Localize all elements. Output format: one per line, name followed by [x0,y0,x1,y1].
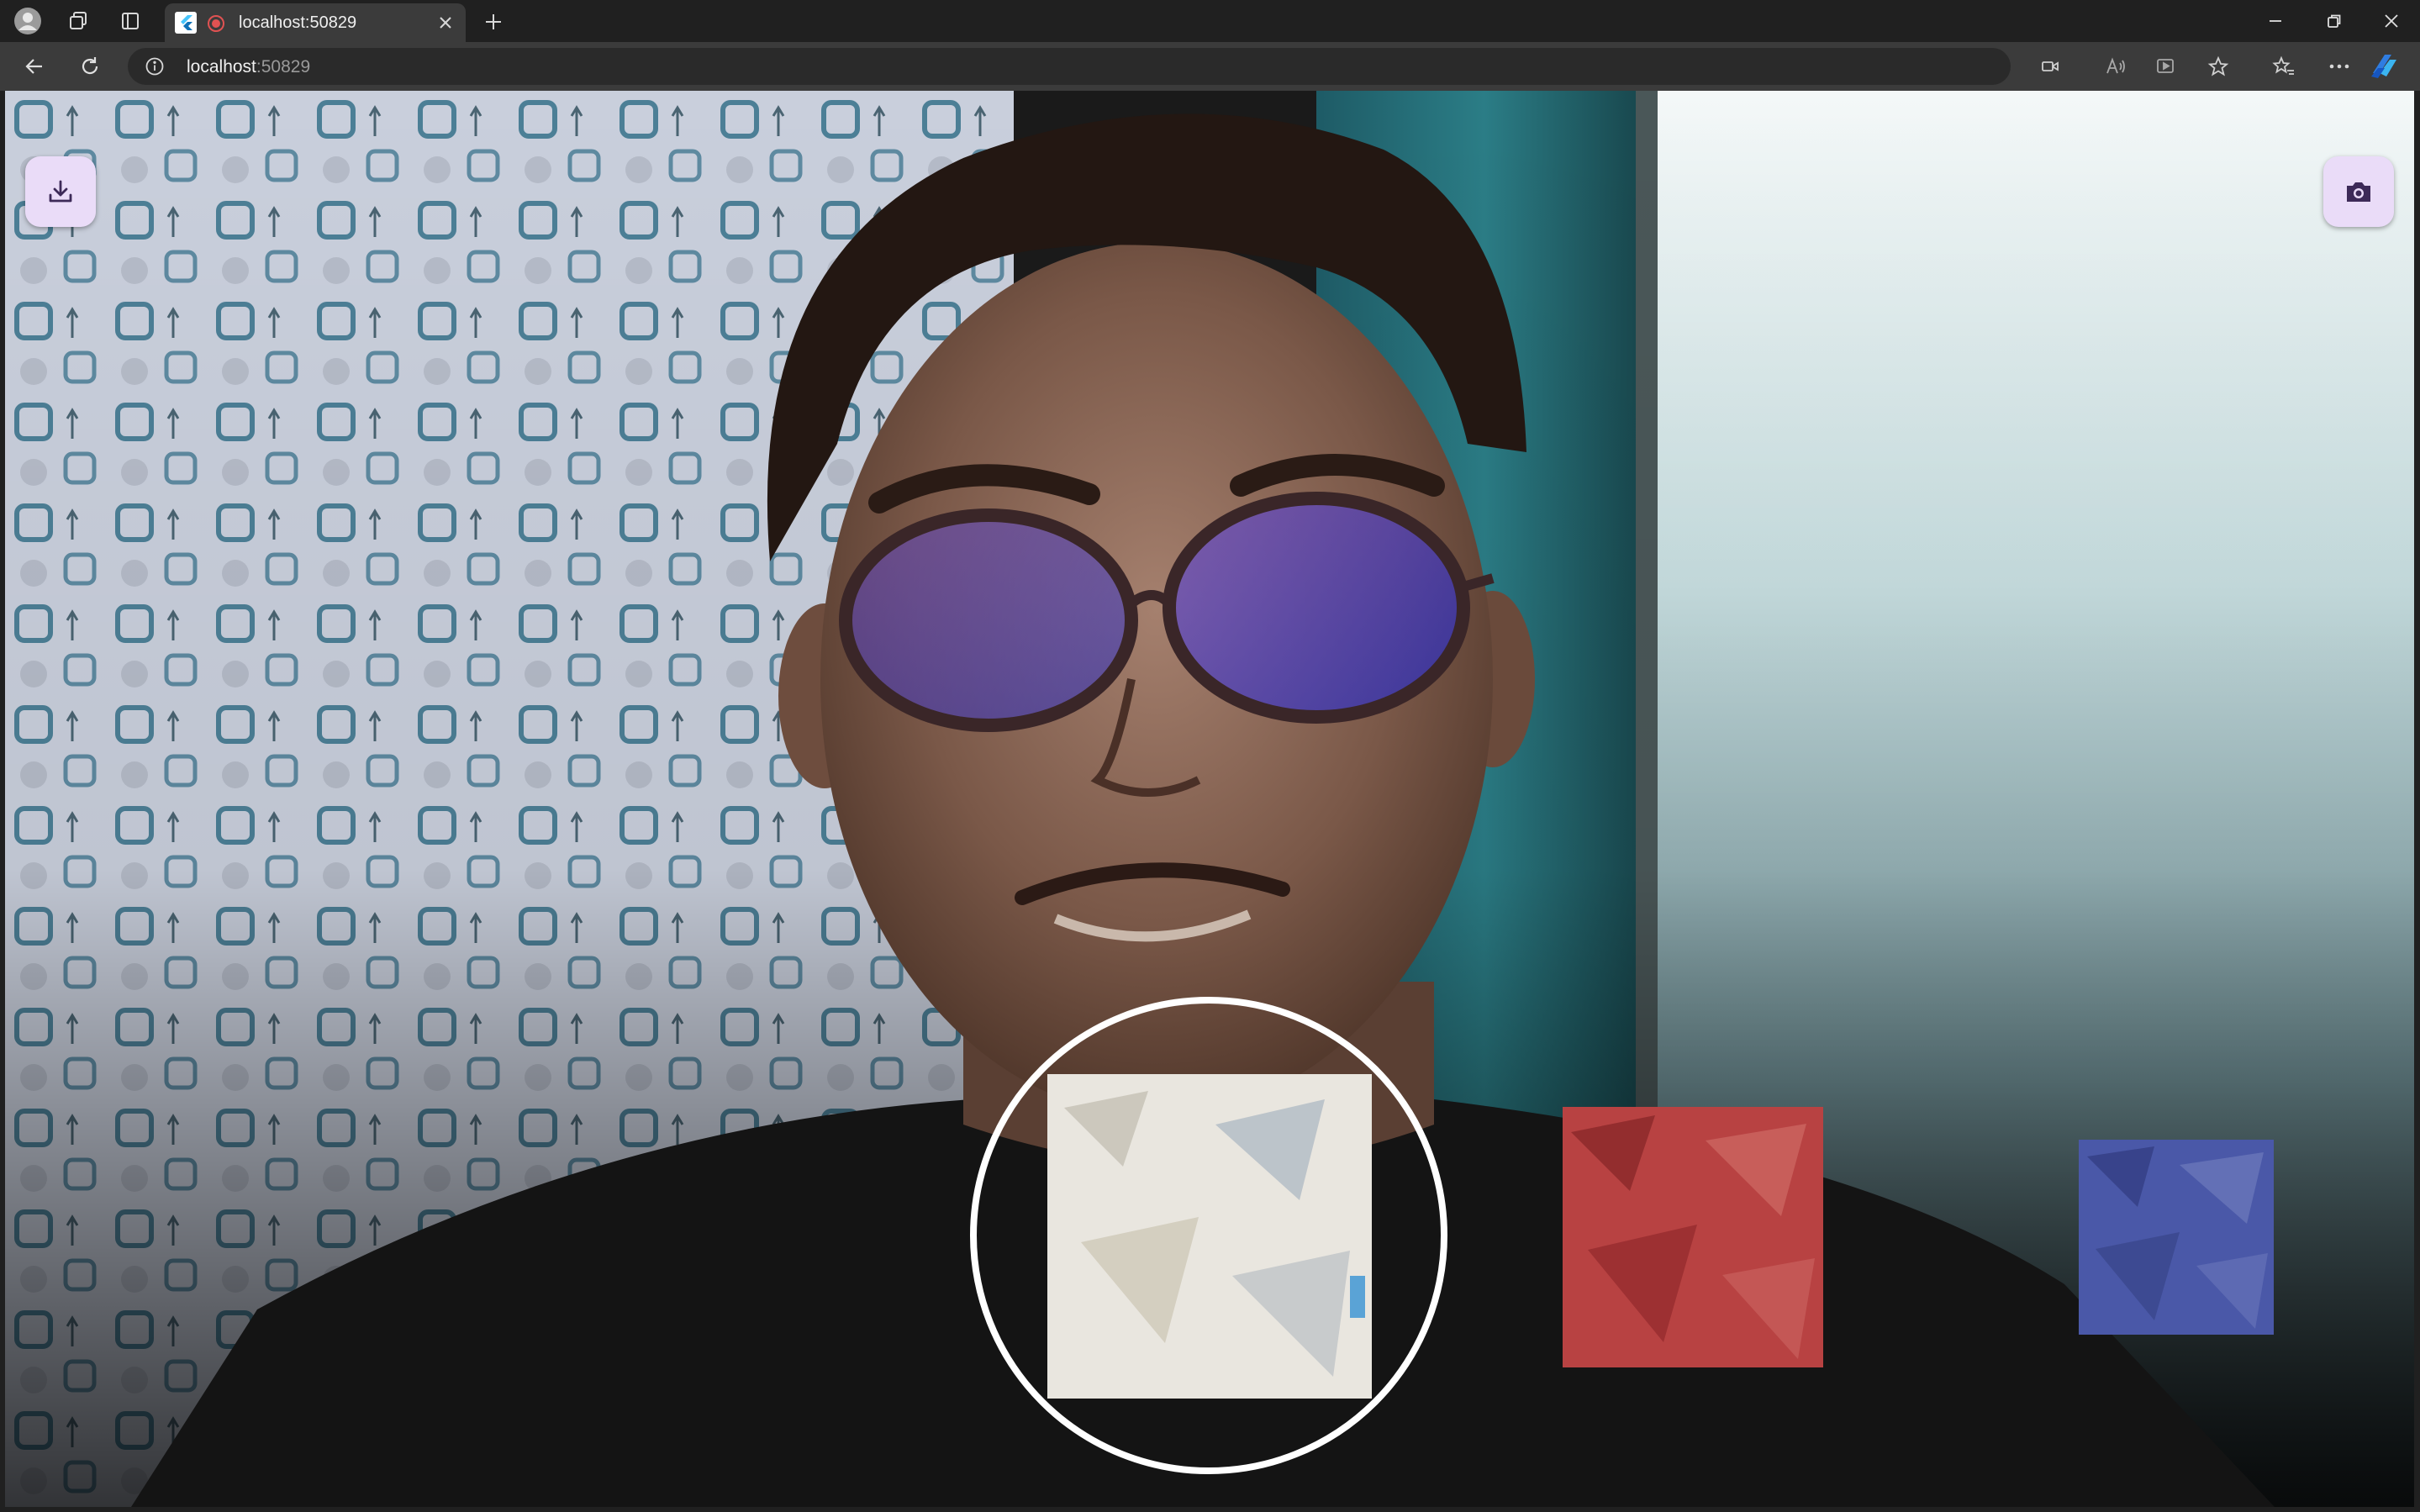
address-bar[interactable]: localhost:50829 [128,48,2059,85]
close-icon [2383,13,2400,29]
copilot-button[interactable] [2367,49,2402,84]
restore-icon [2326,13,2343,29]
browser-toolbar: localhost:50829 [0,42,2420,91]
copilot-icon [2368,51,2402,82]
filter-thumbnail-original[interactable] [1047,1074,1372,1399]
plus-icon [484,13,503,31]
download-button[interactable] [25,156,96,227]
site-info-icon[interactable] [145,56,165,76]
recording-indicator-icon [207,14,225,33]
star-icon [2207,55,2229,77]
minimize-icon [2267,13,2284,29]
workspaces-button[interactable] [61,4,96,38]
flutter-favicon-icon [175,12,197,34]
url-port: :50829 [256,57,311,76]
read-aloud-icon [2105,56,2127,76]
page-viewport [5,91,2414,1507]
refresh-icon [79,55,101,77]
minimize-window-button[interactable] [2246,0,2305,42]
read-aloud-button[interactable] [2098,49,2133,84]
immersive-reader-button[interactable] [2148,49,2184,84]
restore-window-button[interactable] [2305,0,2364,42]
filter-thumbnail-blue[interactable] [2079,1140,2274,1335]
new-tab-button[interactable] [476,5,511,39]
capture-photo-button[interactable] [2323,156,2394,227]
browser-tab-strip: localhost:50829 [0,0,2420,42]
download-icon [46,177,75,206]
arrow-left-icon [24,55,45,77]
tab-actions-icon [120,11,140,31]
tab-close-button[interactable] [432,9,459,36]
profile-button[interactable] [10,4,45,38]
add-favorite-button[interactable] [2201,49,2236,84]
settings-menu-button[interactable] [2322,49,2357,84]
filter-thumbnail-red[interactable] [1563,1107,1823,1367]
camera-icon [2344,178,2374,205]
camera-in-use-button[interactable] [2036,54,2064,79]
more-horizontal-icon [2328,63,2350,70]
favorites-list-icon [2272,55,2296,77]
workspaces-icon [67,10,89,32]
close-icon [439,16,452,29]
favorites-button[interactable] [2266,49,2301,84]
tab-actions-button[interactable] [113,4,148,38]
back-button[interactable] [17,49,52,84]
browser-tab[interactable]: localhost:50829 [165,3,466,42]
video-camera-icon [2041,59,2059,74]
address-url: localhost:50829 [187,57,310,77]
close-window-button[interactable] [2362,0,2420,42]
reload-button[interactable] [72,49,108,84]
immersive-reader-icon [2155,56,2177,76]
profile-avatar-icon [13,7,42,35]
tab-title: localhost:50829 [239,13,357,32]
url-host: localhost [187,57,256,76]
